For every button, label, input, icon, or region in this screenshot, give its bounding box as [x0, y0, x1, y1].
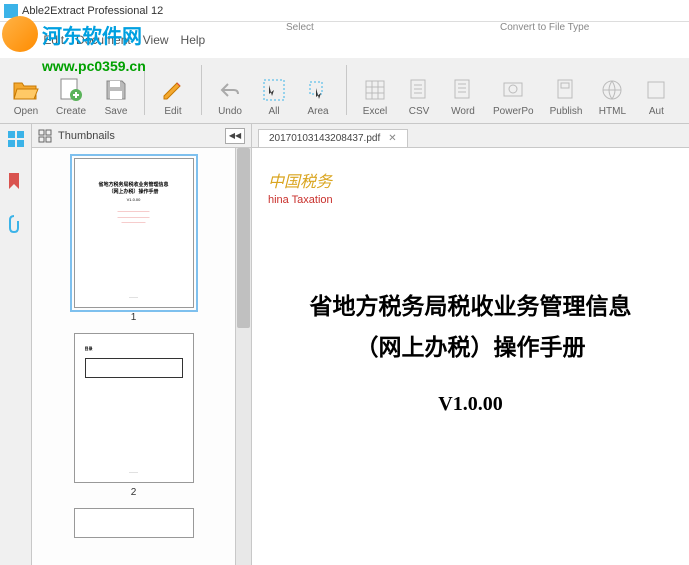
select-all-icon [260, 76, 288, 104]
select-all-button[interactable]: All [252, 72, 296, 123]
edit-button[interactable]: Edit [151, 72, 195, 123]
titlebar: Able2Extract Professional 12 [0, 0, 689, 22]
tab-filename: 20170103143208437.pdf [269, 133, 380, 144]
word-button[interactable]: Word [441, 72, 485, 123]
attachment-icon[interactable] [7, 214, 25, 232]
section-select-label: Select [286, 22, 314, 33]
folder-open-icon [12, 76, 40, 104]
publish-icon [552, 76, 580, 104]
menu-edit[interactable]: Edit [43, 33, 64, 47]
toolbar: Open Create Save Edit Undo All Area [0, 58, 689, 124]
app-title: Able2Extract Professional 12 [22, 5, 163, 17]
html-button[interactable]: HTML [590, 72, 634, 123]
publish-button[interactable]: Publish [542, 72, 591, 123]
thumbnails-icon [38, 129, 52, 143]
excel-icon [361, 76, 389, 104]
document-area: 20170103143208437.pdf ✕ 中国税务 hina Taxati… [252, 124, 689, 565]
csv-icon [405, 76, 433, 104]
save-icon [102, 76, 130, 104]
pencil-icon [159, 76, 187, 104]
app-icon [4, 4, 18, 18]
select-area-button[interactable]: Area [296, 72, 340, 123]
create-icon [57, 76, 85, 104]
document-title: 省地方税务局税收业务管理信息 （网上办税）操作手册 [268, 286, 673, 369]
document-view[interactable]: 中国税务 hina Taxation 省地方税务局税收业务管理信息 （网上办税）… [252, 148, 689, 565]
document-tab[interactable]: 20170103143208437.pdf ✕ [258, 129, 408, 147]
auto-icon [642, 76, 670, 104]
document-brand: 中国税务 hina Taxation [268, 168, 673, 206]
content-area: Thumbnails ◀◀ 省地方税务局税收业务管理信息 （网上办税）操作手册 … [0, 124, 689, 565]
html-icon [598, 76, 626, 104]
thumbnail-item[interactable]: 省地方税务局税收业务管理信息 （网上办税）操作手册 V1.0.00 ——————… [74, 158, 194, 323]
grid-view-icon[interactable] [7, 130, 25, 148]
thumbnails-panel: Thumbnails ◀◀ 省地方税务局税收业务管理信息 （网上办税）操作手册 … [32, 124, 252, 565]
thumbnails-header: Thumbnails ◀◀ [32, 124, 251, 148]
powerpoint-button[interactable]: PowerPo [485, 72, 542, 123]
word-icon [449, 76, 477, 104]
tab-bar: 20170103143208437.pdf ✕ [252, 124, 689, 148]
section-convert-label: Convert to File Type [500, 22, 589, 33]
open-button[interactable]: Open [4, 72, 48, 123]
thumbnail-item[interactable] [74, 508, 194, 538]
menu-document[interactable]: Document [76, 33, 131, 47]
left-strip [0, 124, 32, 565]
create-button[interactable]: Create [48, 72, 94, 123]
csv-button[interactable]: CSV [397, 72, 441, 123]
document-version: V1.0.00 [268, 393, 673, 416]
save-button[interactable]: Save [94, 72, 138, 123]
powerpoint-icon [499, 76, 527, 104]
menubar: File Edit Document View Help Select Conv… [0, 22, 689, 58]
thumbnails-title: Thumbnails [58, 130, 115, 142]
close-icon[interactable]: ✕ [388, 133, 396, 144]
menu-view[interactable]: View [143, 33, 169, 47]
auto-button[interactable]: Aut [634, 72, 678, 123]
thumbnail-item[interactable]: 目录 ——— 2 [74, 333, 194, 498]
undo-button[interactable]: Undo [208, 72, 252, 123]
menu-help[interactable]: Help [181, 33, 206, 47]
excel-button[interactable]: Excel [353, 72, 397, 123]
bookmark-icon[interactable] [7, 172, 25, 190]
select-area-icon [304, 76, 332, 104]
undo-icon [216, 76, 244, 104]
thumbnails-scrollbar[interactable] [235, 148, 251, 565]
menu-file[interactable]: File [12, 33, 31, 47]
thumbnails-list[interactable]: 省地方税务局税收业务管理信息 （网上办税）操作手册 V1.0.00 ——————… [32, 148, 235, 565]
collapse-button[interactable]: ◀◀ [225, 128, 245, 144]
